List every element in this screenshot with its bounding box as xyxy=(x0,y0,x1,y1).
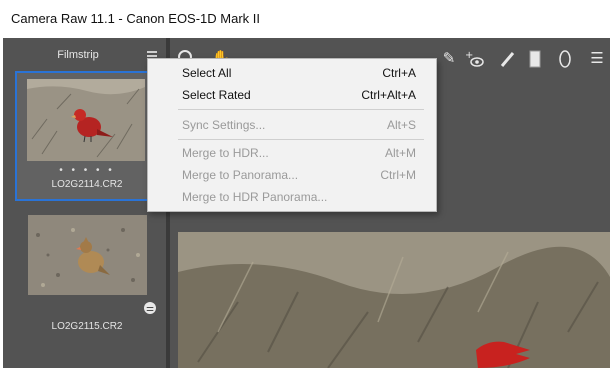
menu-item-select-rated[interactable]: Select Rated Ctrl+Alt+A xyxy=(148,85,436,105)
filmstrip-item-1[interactable]: • • • • • LO2G2114.CR2 xyxy=(15,71,159,201)
menu-item-merge-hdr[interactable]: Merge to HDR... Alt+M xyxy=(148,143,436,163)
thumbnail-image-cardinal-male xyxy=(27,79,145,161)
adjustment-brush-icon[interactable] xyxy=(496,48,518,70)
menu-item-label: Merge to Panorama... xyxy=(182,168,299,182)
filmstrip-panel: Filmstrip • • • • • LO2G2114.CR2 ⚌ LO2G2… xyxy=(3,38,166,368)
filmstrip-item-2[interactable]: ⚌ LO2G2115.CR2 xyxy=(17,213,157,343)
menu-item-merge-panorama[interactable]: Merge to Panorama... Ctrl+M xyxy=(148,165,436,185)
preferences-icon[interactable]: ☰ xyxy=(586,48,608,70)
radial-filter-icon[interactable] xyxy=(554,48,576,70)
main-preview-image xyxy=(178,232,610,368)
menu-separator xyxy=(178,109,424,110)
window-title: Camera Raw 11.1 - Canon EOS-1D Mark II xyxy=(11,11,261,26)
menu-item-shortcut: Alt+M xyxy=(384,146,416,160)
filmstrip-header: Filmstrip xyxy=(3,38,166,66)
red-eye-icon[interactable]: + xyxy=(464,48,486,70)
menu-item-label: Sync Settings... xyxy=(182,118,266,132)
spot-removal-icon[interactable]: ✎ xyxy=(438,48,460,70)
menu-item-label: Merge to HDR Panorama... xyxy=(182,190,328,204)
menu-item-shortcut: Ctrl+Alt+A xyxy=(361,88,416,102)
title-bar: Camera Raw 11.1 - Canon EOS-1D Mark II xyxy=(0,0,610,38)
menu-item-label: Merge to HDR... xyxy=(182,146,269,160)
filmstrip-context-menu: Select All Ctrl+A Select Rated Ctrl+Alt+… xyxy=(147,58,437,212)
menu-item-shortcut: Ctrl+A xyxy=(382,66,416,80)
menu-item-select-all[interactable]: Select All Ctrl+A xyxy=(148,63,436,83)
menu-item-shortcut: Alt+S xyxy=(386,118,416,132)
filmstrip-filename: LO2G2115.CR2 xyxy=(51,321,123,332)
menu-item-merge-hdr-panorama[interactable]: Merge to HDR Panorama... xyxy=(148,187,436,207)
adjustments-icon: ⚌ xyxy=(144,302,156,314)
menu-item-label: Select Rated xyxy=(182,88,251,102)
menu-separator xyxy=(178,139,424,140)
graduated-filter-icon[interactable] xyxy=(524,48,546,70)
filmstrip-title: Filmstrip xyxy=(57,49,99,61)
menu-item-shortcut: Ctrl+M xyxy=(380,168,416,182)
filmstrip-filename: LO2G2114.CR2 xyxy=(51,179,123,190)
menu-item-label: Select All xyxy=(182,66,232,80)
menu-item-sync-settings[interactable]: Sync Settings... Alt+S xyxy=(148,115,436,135)
rating-dots[interactable]: • • • • • xyxy=(17,165,157,176)
thumbnail-image-cardinal-female xyxy=(28,215,147,295)
